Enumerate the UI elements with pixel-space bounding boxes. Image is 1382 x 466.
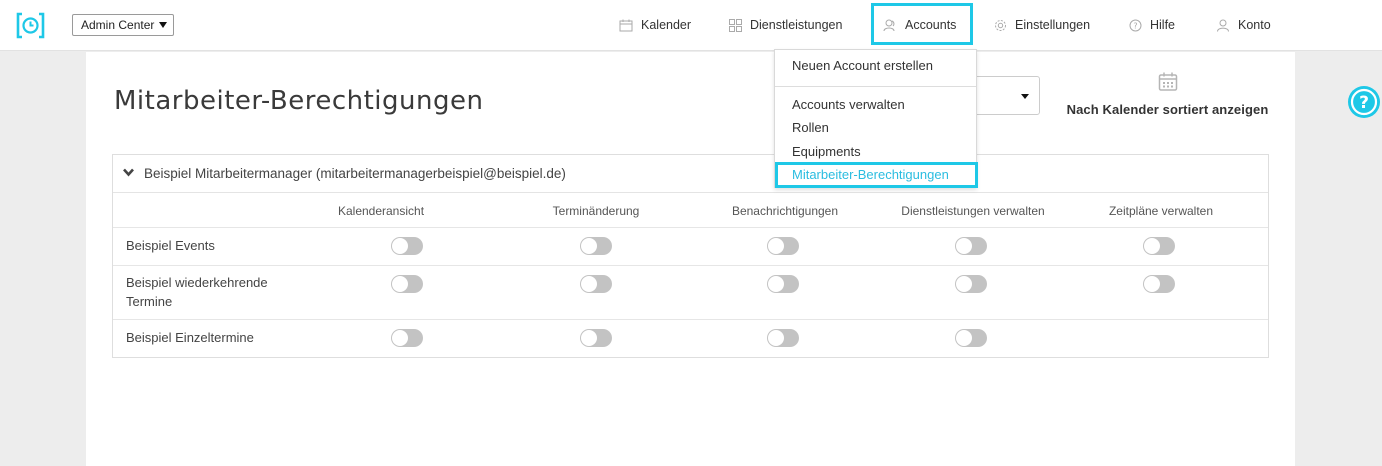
permission-toggle[interactable] — [580, 275, 612, 293]
menu-item-highlight — [775, 162, 978, 188]
page-title: Mitarbeiter-Berechtigungen — [114, 86, 484, 116]
permission-toggle[interactable] — [580, 329, 612, 347]
toggle-knob — [581, 238, 597, 254]
caret-down-icon — [159, 22, 167, 28]
toggle-knob — [581, 330, 597, 346]
toggle-knob — [1144, 238, 1160, 254]
permission-toggle[interactable] — [767, 237, 799, 255]
permission-toggle[interactable] — [767, 329, 799, 347]
user-icon — [1217, 19, 1229, 32]
toggle-knob — [956, 276, 972, 292]
toggle-knob — [768, 238, 784, 254]
toggle-knob — [392, 238, 408, 254]
toggle-knob — [768, 330, 784, 346]
nav-hilfe[interactable]: ? Hilfe — [1129, 14, 1175, 36]
toggle-knob — [1144, 276, 1160, 292]
top-bar: Admin Center Kalender Dienstleistungen A… — [0, 0, 1382, 51]
nav-konto-label: Konto — [1238, 18, 1271, 32]
nav-dienstleistungen-label: Dienstleistungen — [750, 18, 843, 32]
svg-text:?: ? — [1359, 93, 1369, 113]
help-circle-icon[interactable]: ? — [1347, 85, 1381, 119]
row-divider — [113, 227, 1268, 228]
clock-bracket-icon[interactable] — [16, 12, 45, 39]
card-header-label: Beispiel Mitarbeitermanager (mitarbeiter… — [144, 166, 566, 181]
calendar-icon — [619, 19, 633, 32]
column-header: Zeitpläne verwalten — [1108, 204, 1214, 218]
menu-item-equipments[interactable]: Equipments — [792, 144, 861, 159]
menu-item-manage-accounts[interactable]: Accounts verwalten — [792, 97, 905, 112]
column-header: Terminänderung — [552, 204, 640, 218]
admin-center-select-value: Admin Center — [81, 18, 155, 32]
nav-dienstleistungen[interactable]: Dienstleistungen — [729, 14, 842, 36]
nav-kalender-label: Kalender — [641, 18, 692, 32]
permission-toggle[interactable] — [391, 237, 423, 255]
nav-einstellungen[interactable]: Einstellungen — [994, 14, 1090, 36]
column-header: Benachrichtigungen — [731, 204, 839, 218]
gear-icon — [995, 20, 1006, 32]
row-label: Beispiel wiederkehrende Termine — [126, 275, 268, 309]
menu-item-roles[interactable]: Rollen — [792, 120, 829, 135]
nav-kalender[interactable]: Kalender — [619, 14, 691, 36]
permission-toggle[interactable] — [955, 329, 987, 347]
permission-toggle[interactable] — [767, 275, 799, 293]
permission-toggle[interactable] — [1143, 275, 1175, 293]
caret-down-icon — [1021, 94, 1029, 99]
toggle-knob — [581, 276, 597, 292]
nav-hilfe-label: Hilfe — [1150, 18, 1176, 32]
nav-accounts-highlight — [871, 3, 973, 45]
question-circle-icon: ? — [1129, 19, 1142, 32]
permission-toggle[interactable] — [955, 237, 987, 255]
toggle-knob — [392, 330, 408, 346]
chevron-down-icon — [123, 168, 134, 177]
permission-toggle[interactable] — [1143, 237, 1175, 255]
card-header[interactable]: Beispiel Mitarbeitermanager (mitarbeiter… — [113, 155, 1268, 193]
permission-toggle[interactable] — [391, 329, 423, 347]
nav-konto[interactable]: Konto — [1216, 14, 1271, 36]
accounts-dropdown-menu: Neuen Account erstellen Accounts verwalt… — [774, 49, 978, 188]
grid-icon — [729, 19, 742, 33]
row-label: Beispiel Events — [126, 238, 215, 253]
svg-text:?: ? — [1133, 22, 1137, 31]
calendar-sort-toggle[interactable]: Nach Kalender sortiert anzeigen — [1060, 70, 1275, 117]
toggle-knob — [956, 238, 972, 254]
permission-toggle[interactable] — [955, 275, 987, 293]
permission-toggle[interactable] — [391, 275, 423, 293]
toggle-knob — [392, 276, 408, 292]
toggle-knob — [956, 330, 972, 346]
row-divider — [113, 319, 1268, 320]
calendar-sort-label: Nach Kalender sortiert anzeigen — [1066, 102, 1269, 117]
column-header: Kalenderansicht — [337, 204, 425, 218]
nav-einstellungen-label: Einstellungen — [1015, 18, 1091, 32]
menu-divider — [775, 86, 976, 87]
permission-toggle[interactable] — [580, 237, 612, 255]
toggle-knob — [768, 276, 784, 292]
row-divider — [113, 265, 1268, 266]
column-header: Dienstleistungen verwalten — [901, 204, 1045, 218]
permissions-card: Beispiel Mitarbeitermanager (mitarbeiter… — [112, 154, 1269, 358]
calendar-icon — [1158, 72, 1177, 91]
menu-item-new-account[interactable]: Neuen Account erstellen — [792, 58, 933, 73]
row-label: Beispiel Einzeltermine — [126, 330, 254, 345]
admin-center-select[interactable]: Admin Center — [72, 14, 174, 36]
